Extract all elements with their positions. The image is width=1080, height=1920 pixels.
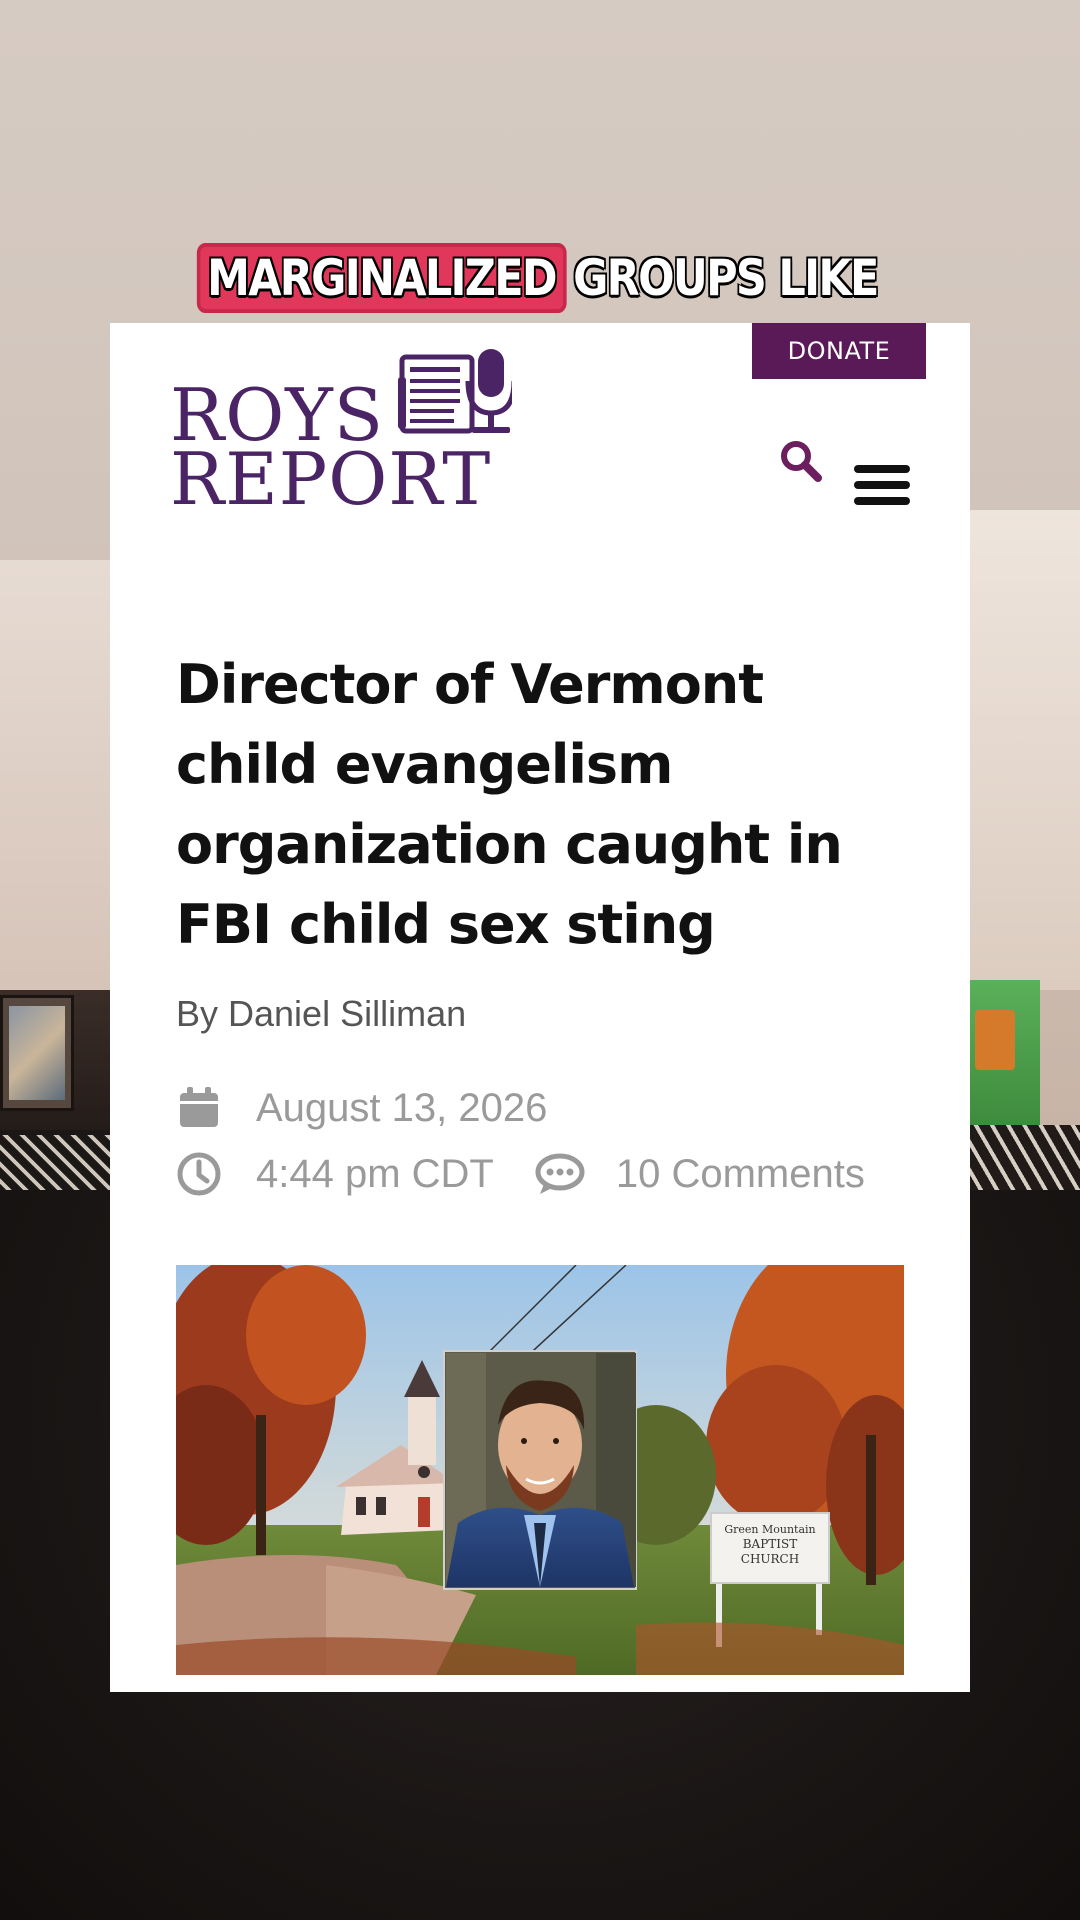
blanket-left [0, 1135, 110, 1195]
sign-line-1: Green Mountain [724, 1523, 815, 1536]
calendar-icon [180, 1087, 218, 1127]
article-featured-image[interactable]: Green Mountain BAPTIST CHURCH [176, 1265, 904, 1675]
caption-text: GROUPS LIKE [573, 249, 879, 307]
comment-icon[interactable] [534, 1151, 586, 1197]
time-comments-row: 4:44 pm CDT 10 Comments [176, 1151, 865, 1197]
donate-button[interactable]: DONATE [752, 323, 926, 379]
hamburger-menu-icon[interactable] [852, 463, 912, 507]
date-row: August 13, 2026 [176, 1085, 547, 1131]
article-card: DONATE ROYS REPORT Director of Vermont c… [110, 323, 970, 1692]
sign-line-2: BAPTIST [743, 1537, 798, 1551]
article-title[interactable]: Director of Vermont child evangelism org… [176, 645, 916, 965]
article-byline[interactable]: By Daniel Silliman [176, 993, 466, 1035]
wall-right [970, 510, 1080, 990]
article-time: 4:44 pm CDT [256, 1151, 494, 1196]
portrait-inset [443, 1350, 637, 1590]
sign-line-3: CHURCH [741, 1552, 799, 1566]
comments-link[interactable]: 10 Comments [616, 1152, 865, 1197]
article-date: August 13, 2026 [256, 1085, 548, 1130]
caption-highlight-word: MARGINALIZED [197, 243, 567, 313]
logo-line-2: REPORT [170, 437, 492, 521]
clock-icon [177, 1152, 221, 1196]
video-caption: MARGINALIZED GROUPS LIKE [0, 243, 1080, 313]
wall-left [0, 560, 110, 1020]
newspaper-microphone-icon [398, 349, 512, 434]
search-icon[interactable] [778, 438, 824, 484]
site-logo[interactable]: ROYS REPORT [170, 341, 530, 515]
picture-frame [0, 995, 74, 1111]
green-box [959, 980, 1040, 1130]
